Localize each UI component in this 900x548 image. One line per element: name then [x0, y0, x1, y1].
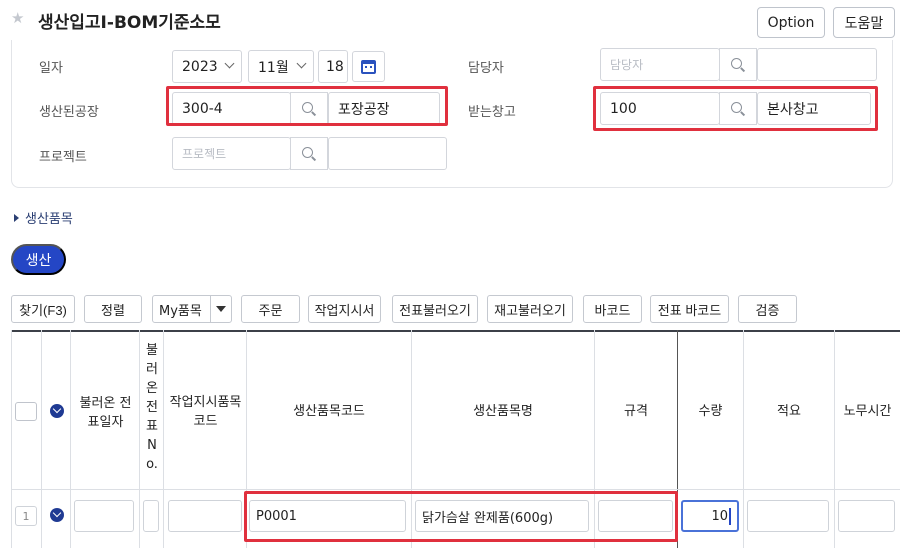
manager-name-input[interactable] [757, 48, 877, 81]
col-header-labor-time[interactable]: 노무시간 [835, 402, 900, 421]
sort-button[interactable]: 정렬 [84, 295, 142, 323]
sort-down-icon[interactable] [50, 404, 64, 418]
date-label: 일자 [39, 61, 63, 76]
verify-button[interactable]: 검증 [738, 295, 797, 323]
manager-label: 담당자 [468, 61, 504, 76]
month-select[interactable]: 11월 [248, 50, 314, 83]
factory-label: 생산된공장 [39, 105, 99, 120]
warehouse-label: 받는창고 [468, 105, 516, 120]
project-name-input[interactable] [328, 137, 447, 170]
factory-highlight [166, 86, 448, 126]
day-input[interactable]: 18 [318, 50, 348, 83]
loaded-date-cell[interactable] [74, 500, 134, 532]
grid-col-line [743, 330, 744, 548]
project-label: 프로젝트 [39, 150, 87, 165]
month-value: 11월 [258, 59, 289, 76]
barcode-button[interactable]: 바코드 [583, 295, 642, 323]
qty-cell[interactable]: 10 [681, 500, 739, 532]
help-button[interactable]: 도움말 [833, 7, 895, 38]
warehouse-highlight [593, 86, 878, 131]
grid-col-line [41, 330, 42, 548]
select-all-checkbox[interactable] [15, 402, 37, 421]
grid-col-line [163, 330, 164, 548]
labor-time-cell[interactable] [838, 500, 895, 532]
col-header-memo[interactable]: 적요 [744, 402, 834, 421]
col-header-loaded-date[interactable]: 불러온 전 표일자 [72, 394, 139, 432]
section-title: 생산품목 [25, 212, 73, 227]
load-slip-button[interactable]: 전표불러오기 [392, 295, 478, 323]
section-toggle[interactable]: 생산품목 [14, 208, 73, 227]
col-header-item-code[interactable]: 생산품목코드 [247, 402, 411, 421]
row-expand-icon[interactable] [50, 508, 64, 522]
search-icon [302, 146, 316, 161]
memo-cell[interactable] [747, 500, 829, 532]
col-header-item-name[interactable]: 생산품목명 [412, 402, 594, 421]
grid-col-line [70, 330, 71, 548]
my-items-label: My품목 [159, 303, 202, 319]
load-stock-button[interactable]: 재고불러오기 [487, 295, 573, 323]
col-header-qty[interactable]: 수량 [678, 402, 743, 421]
project-search-button[interactable] [290, 137, 328, 170]
caret-down-icon [216, 306, 226, 312]
grid-col-line [11, 330, 12, 548]
col-header-work-item-code[interactable]: 작업지시품목 코드 [165, 393, 246, 431]
find-button[interactable]: 찾기(F3) [11, 295, 75, 323]
chevron-down-icon [296, 58, 307, 69]
manager-search-button[interactable] [719, 48, 757, 81]
item-row-highlight [244, 491, 678, 542]
my-items-dropdown[interactable]: My품목 [152, 295, 232, 323]
option-button[interactable]: Option [757, 7, 825, 38]
loaded-no-cell[interactable] [143, 500, 159, 532]
order-button[interactable]: 주문 [241, 295, 300, 323]
col-header-loaded-no[interactable]: 불 러 온 전 표 N o. [141, 341, 163, 474]
produce-button[interactable]: 생산 [11, 244, 66, 275]
grid-header-divider [11, 489, 900, 490]
text-cursor [729, 507, 731, 525]
work-item-code-cell[interactable] [168, 500, 242, 532]
calendar-icon [361, 59, 376, 74]
year-select[interactable]: 2023 [172, 50, 242, 83]
project-code-input[interactable]: 프로젝트 [172, 137, 291, 170]
search-icon [731, 57, 745, 72]
page-title: 생산입고I-BOM기준소모 [38, 13, 221, 33]
favorite-star-icon[interactable]: ★ [11, 11, 25, 26]
grid-col-line [139, 330, 140, 548]
manager-code-input[interactable]: 담당자 [600, 48, 720, 81]
divider [210, 296, 211, 322]
col-header-spec[interactable]: 규격 [595, 402, 677, 421]
slip-barcode-button[interactable]: 전표 바코드 [650, 295, 729, 323]
grid-col-line [834, 330, 835, 548]
caret-right-icon [14, 213, 19, 222]
row-number[interactable]: 1 [15, 506, 37, 526]
work-order-button[interactable]: 작업지시서 [308, 295, 381, 323]
qty-value: 10 [711, 508, 728, 524]
chevron-down-icon [224, 58, 235, 69]
year-value: 2023 [182, 58, 218, 75]
calendar-button[interactable] [352, 51, 385, 82]
